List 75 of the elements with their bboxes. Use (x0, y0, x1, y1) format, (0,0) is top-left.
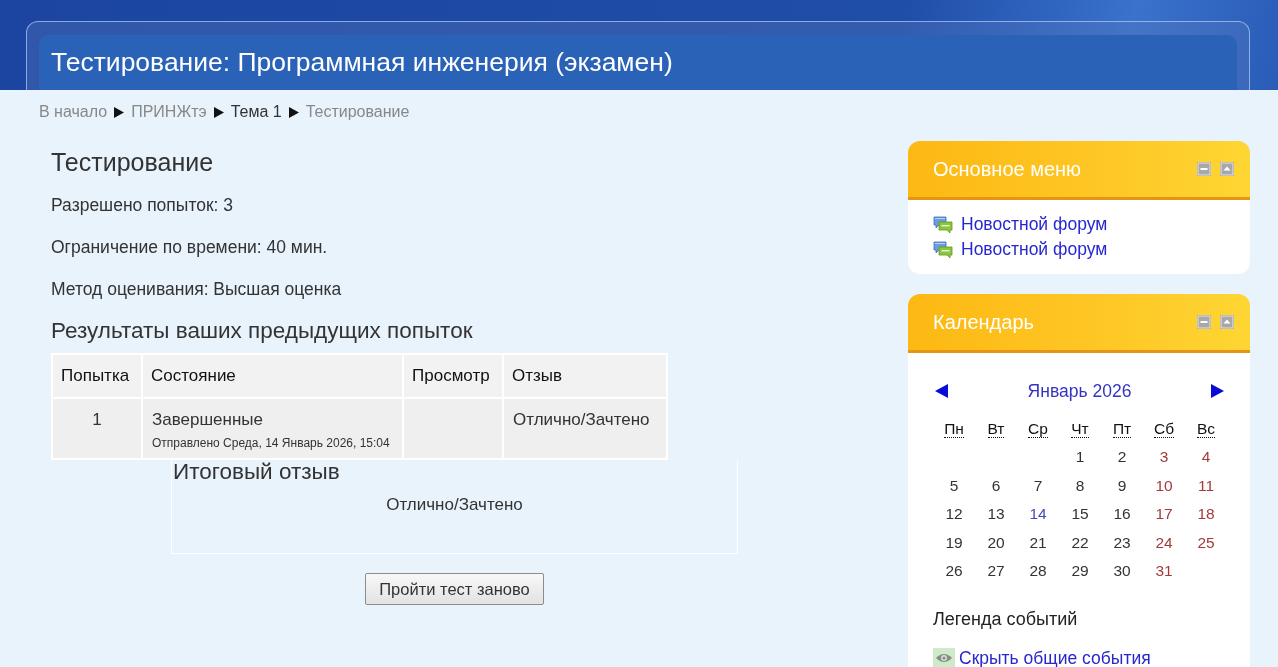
weekday-label: Вт (987, 420, 1005, 438)
calendar-day: 16 (1113, 505, 1131, 523)
calendar-day: 9 (1117, 476, 1127, 494)
speech-bubbles-icon (933, 214, 953, 235)
calendar-day: 26 (945, 562, 963, 580)
weekday-label: Чт (1071, 420, 1089, 438)
calendar-day: 24 (1155, 533, 1173, 551)
block-title: Календарь (933, 310, 1035, 334)
quiz-title: Тестирование (51, 148, 215, 176)
calendar-day: 12 (945, 505, 963, 523)
month-link[interactable]: Январь 2026 (1027, 380, 1132, 402)
weekday-label: Пн (944, 420, 964, 438)
speech-bubbles-icon (933, 239, 953, 260)
calendar-day: 4 (1201, 448, 1211, 466)
calendar-day: 19 (945, 533, 963, 551)
previous-month-icon[interactable] (935, 384, 948, 398)
calendar-day: 5 (949, 476, 959, 494)
breadcrumb-item: Тема 1 (230, 103, 282, 121)
weekday-label: Сб (1153, 420, 1175, 438)
retake-button[interactable]: Пройти тест заново (365, 573, 544, 605)
hide-events-link[interactable]: Скрыть общие события (959, 647, 1151, 667)
calendar-day: 13 (987, 505, 1005, 523)
next-month-icon[interactable] (1211, 384, 1224, 398)
attempt-state: Завершенные (152, 409, 264, 431)
weekday-label: Вс (1196, 420, 1216, 438)
triangle-separator-icon (114, 106, 125, 118)
quiz-info-text: Ограничение по времени: 40 мин. (51, 236, 329, 258)
calendar-day: 10 (1155, 476, 1173, 494)
calendar-day: 27 (987, 562, 1005, 580)
weekday-label: Ср (1028, 420, 1048, 438)
block-title: Основное меню (933, 157, 1083, 181)
forum-link[interactable]: Новостной форум (961, 239, 1108, 260)
table-cell: Отлично/Зачтено (503, 398, 667, 459)
calendar-day: 23 (1113, 533, 1131, 551)
triangle-up-icon[interactable] (1220, 162, 1234, 176)
calendar-day: 25 (1197, 533, 1215, 551)
minus-icon[interactable] (1197, 162, 1211, 176)
calendar-day: 20 (987, 533, 1005, 551)
weekday-label: Пт (1112, 420, 1132, 438)
calendar-day[interactable]: 14 (1029, 505, 1047, 523)
calendar-day: 8 (1075, 476, 1085, 494)
feedback-heading: Итоговый отзыв (172, 460, 341, 484)
calendar-day: 15 (1071, 505, 1089, 523)
submitted-date: Отправлено Среда, 14 Январь 2026, 15:04 (152, 435, 390, 451)
calendar-day: 29 (1071, 562, 1089, 580)
calendar-day: 21 (1029, 533, 1047, 551)
calendar-day: 6 (991, 476, 1001, 494)
page-title: Тестирование: Программная инженерия (экзамен) (51, 47, 673, 78)
triangle-separator-icon (288, 106, 299, 118)
legend-heading: Легенда событий (933, 607, 1079, 631)
calendar-day: 1 (1075, 448, 1085, 466)
column-header: Попытка (52, 354, 142, 398)
table-cell: 1 (52, 398, 142, 459)
calendar-day: 31 (1155, 562, 1173, 580)
calendar-day: 30 (1113, 562, 1131, 580)
minus-icon[interactable] (1197, 315, 1211, 329)
feedback-text: Отлично/Зачтено (385, 494, 524, 516)
triangle-separator-icon (213, 106, 224, 118)
results-heading: Результаты ваших предыдущих попыток (51, 318, 474, 344)
quiz-info-text: Метод оценивания: Высшая оценка (51, 278, 343, 300)
column-header: Отзыв (503, 354, 667, 398)
eye-icon[interactable] (933, 647, 955, 667)
quiz-info-text: Разрешено попыток: 3 (51, 194, 235, 216)
calendar-day: 2 (1117, 448, 1127, 466)
calendar-day: 28 (1029, 562, 1047, 580)
column-header: Состояние (142, 354, 403, 398)
forum-link[interactable]: Новостной форум (961, 214, 1108, 235)
calendar-day: 18 (1197, 505, 1215, 523)
column-header: Просмотр (403, 354, 503, 398)
calendar-day: 22 (1071, 533, 1089, 551)
calendar-day: 7 (1033, 476, 1043, 494)
calendar-day: 17 (1155, 505, 1173, 523)
calendar-day: 11 (1197, 476, 1215, 494)
calendar-day: 3 (1159, 448, 1169, 466)
triangle-up-icon[interactable] (1220, 315, 1234, 329)
